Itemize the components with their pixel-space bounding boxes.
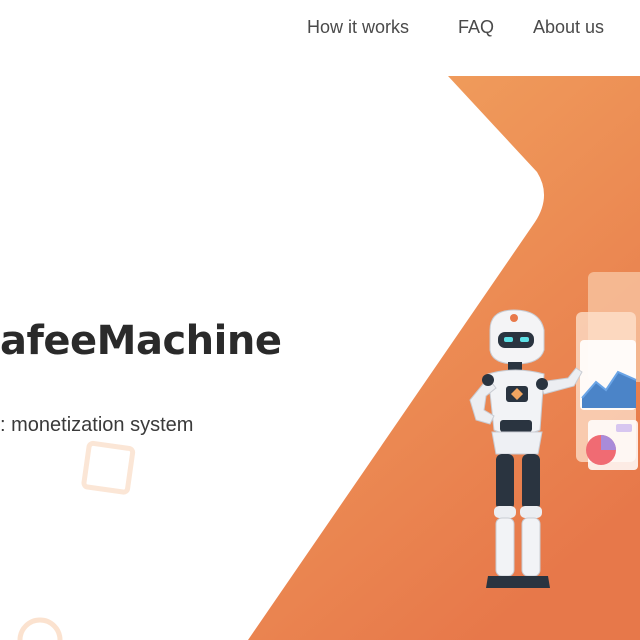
square-outline-icon	[81, 440, 136, 495]
nav-how-it-works[interactable]: How it works	[307, 17, 409, 38]
hero-subtitle: : monetization system	[0, 414, 194, 436]
nav-faq[interactable]: FAQ	[458, 17, 494, 38]
circle-outline-icon	[17, 617, 63, 640]
top-nav: How it works FAQ About us	[0, 17, 640, 43]
hero-title: afeeMachine	[0, 318, 282, 364]
robot-body	[469, 309, 583, 588]
dashboard-panels-icon	[576, 272, 640, 470]
robot-presenting-icon	[469, 272, 640, 588]
nav-about-us[interactable]: About us	[533, 17, 604, 38]
